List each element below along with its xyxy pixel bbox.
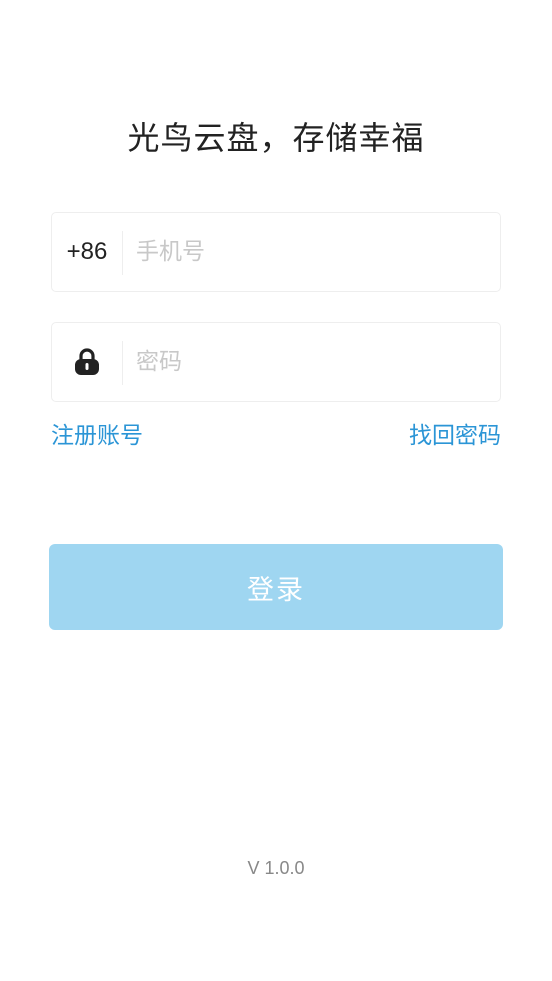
login-button[interactable]: 登录 [49,544,503,630]
register-link[interactable]: 注册账号 [51,418,143,454]
country-code-selector[interactable]: +86 [52,213,122,291]
password-field[interactable] [51,322,501,402]
country-code: +86 [66,238,108,265]
password-input[interactable] [136,323,486,401]
phone-field[interactable]: +86 [51,212,501,292]
field-divider [122,341,123,385]
phone-input[interactable] [136,213,486,291]
page-title: 光鸟云盘，存储幸福 [127,119,425,157]
auth-links: 注册账号 找回密码 [51,418,501,454]
forgot-password-link[interactable]: 找回密码 [409,418,501,454]
field-divider [122,231,123,275]
version-label: V 1.0.0 [247,858,305,878]
password-icon-container [52,323,122,401]
lock-icon [75,348,99,375]
